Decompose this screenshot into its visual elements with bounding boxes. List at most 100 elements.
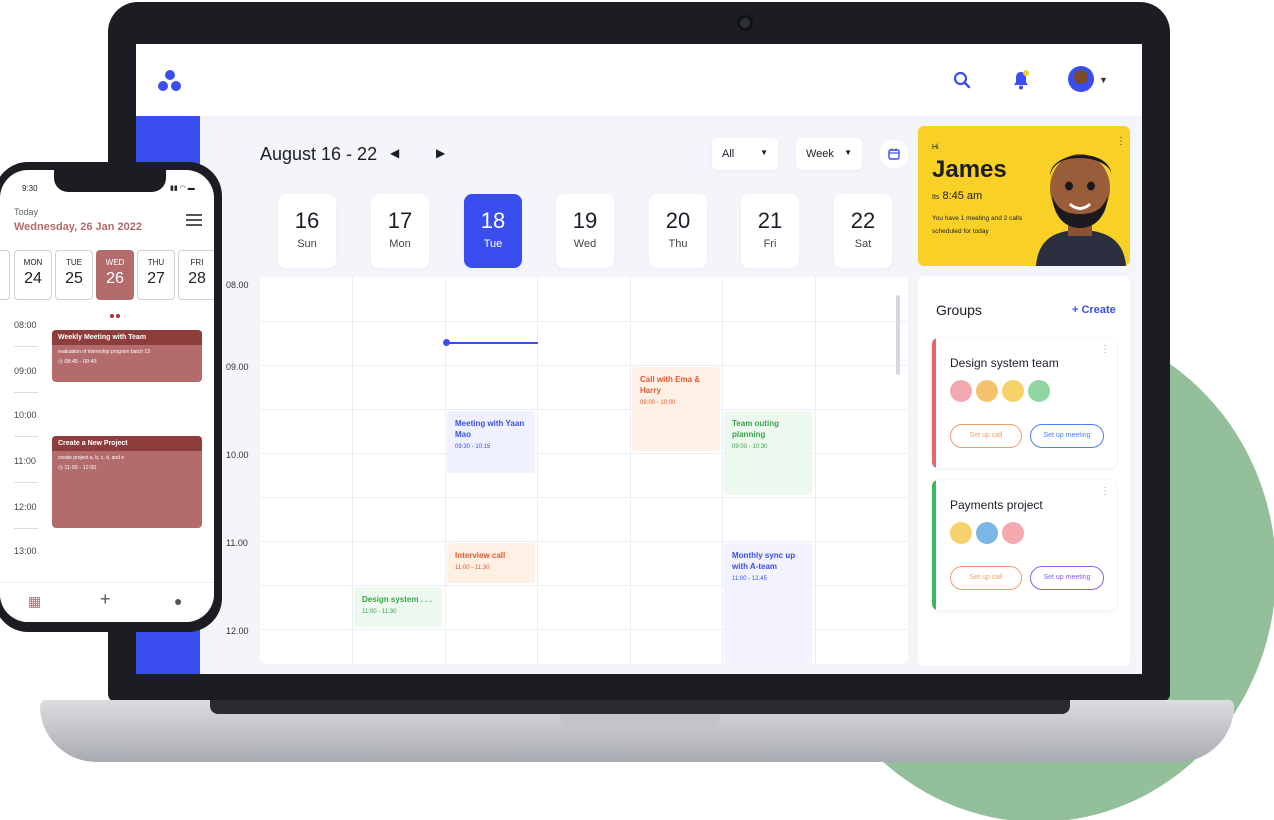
group-card[interactable]: Payments project ⋮ Set up call Set up me… (932, 480, 1116, 610)
member-avatar (1002, 522, 1024, 544)
day-card-mon[interactable]: 17 Mon (371, 194, 429, 268)
day-number: 17 (387, 208, 413, 233)
phone-day[interactable]: TUE 25 (55, 250, 93, 300)
day-card-fri[interactable]: 21 Fri (741, 194, 799, 268)
day-name: Tue (483, 238, 503, 250)
phone-event-card[interactable]: Weekly Meeting with Team evaluation of i… (52, 330, 202, 382)
more-icon[interactable]: ⋮ (1100, 344, 1110, 355)
event-card[interactable]: Team outing planning 09:00 - 10:30 (724, 411, 812, 495)
greeting-hi: Hi (932, 144, 939, 151)
phone-day-name: FRI (190, 258, 204, 267)
group-card[interactable]: Design system team ⋮ Set up call Set up … (932, 338, 1116, 468)
phone-event-time: ◷ 11:00 - 12:00 (58, 465, 97, 471)
member-avatar (976, 522, 998, 544)
set-up-meeting-button[interactable]: Set up meeting (1030, 566, 1104, 590)
filter-select[interactable]: All ▼ (712, 138, 778, 170)
event-card[interactable]: Call with Ema & Harry 09:00 - 10:00 (632, 367, 720, 451)
phone-screen: 9:30 ▮▮ ◠ ▬ Today Wednesday, 26 Jan 2022… (0, 170, 214, 622)
calendar-icon[interactable]: ▦ (28, 593, 41, 610)
add-icon[interactable]: + (100, 589, 111, 610)
app-logo-icon[interactable] (158, 70, 182, 92)
character-illustration (1036, 154, 1126, 266)
event-card[interactable]: Meeting with Yaan Mao 09:30 - 10:15 (447, 411, 535, 473)
phone-day-name: WED (105, 258, 125, 267)
day-number: 16 (294, 208, 320, 233)
more-icon[interactable]: ⋮ (1100, 486, 1110, 497)
set-up-call-button[interactable]: Set up call (950, 566, 1022, 590)
event-card[interactable]: Interview call 11:00 - 11:30 (447, 543, 535, 583)
day-number: 22 (850, 208, 876, 233)
event-title: Design system . . . (362, 595, 432, 604)
event-title: Team outing planning (732, 419, 779, 439)
current-time-dot (443, 339, 450, 346)
time-label: 11.00 (226, 538, 248, 548)
phone-event-desc: evaluation of internship program batch 1… (58, 349, 151, 355)
groups-panel: Groups + Create Design system team ⋮ Set… (918, 276, 1130, 666)
phone-notch (54, 170, 166, 192)
calendar-icon (888, 148, 900, 160)
phone-day-active[interactable]: WED 26 (96, 250, 134, 300)
day-name: Sat (854, 238, 872, 250)
profile-icon[interactable]: ● (174, 593, 182, 609)
event-card[interactable]: Design system . . . 11:00 - 11:30 (354, 587, 442, 627)
day-card-sun[interactable]: 16 Sun (278, 194, 336, 268)
phone-event-desc: create project a, b, c, d, and e (58, 455, 125, 461)
search-icon[interactable] (950, 68, 974, 92)
greeting-clock: 8:45 am (942, 190, 983, 202)
next-week-icon[interactable]: ▶ (436, 146, 445, 160)
menu-icon[interactable] (186, 214, 202, 229)
phone-day-num: 28 (188, 270, 206, 287)
set-up-call-button[interactable]: Set up call (950, 424, 1022, 448)
greeting-its: Its (932, 194, 940, 201)
bell-icon[interactable] (1009, 68, 1033, 92)
day-name: Fri (763, 238, 777, 250)
phone-event-time-text: 11:00 - 12:00 (64, 465, 97, 471)
phone-day-name: TUE (66, 258, 82, 267)
member-avatar (1002, 380, 1024, 402)
phone-event-card[interactable]: Create a New Project create project a, b… (52, 436, 202, 528)
phone-day-prev[interactable] (0, 250, 10, 300)
day-card-thu[interactable]: 20 Thu (649, 194, 707, 268)
event-time: 11:00 - 11:30 (362, 609, 397, 615)
day-card-tue[interactable]: 18 Tue (464, 194, 522, 268)
day-name: Thu (668, 238, 688, 250)
set-up-meeting-button[interactable]: Set up meeting (1030, 424, 1104, 448)
day-card-wed[interactable]: 19 Wed (556, 194, 614, 268)
event-card[interactable]: Monthly sync up with A-team 11:00 - 12.4… (724, 543, 812, 664)
event-time: 09:30 - 10:15 (455, 444, 491, 450)
day-number: 19 (572, 208, 598, 233)
phone-event-title: Create a New Project (52, 436, 202, 451)
time-label: 12.00 (226, 626, 249, 636)
chevron-down-icon[interactable]: ▼ (1099, 75, 1108, 85)
day-number: 20 (665, 208, 691, 233)
signal-wifi-battery-icon: ▮▮ ◠ ▬ (170, 185, 195, 192)
phone-day-num: 25 (65, 270, 83, 287)
time-label: 09.00 (226, 362, 249, 372)
group-name: Payments project (950, 498, 1043, 512)
day-card-sat[interactable]: 22 Sat (834, 194, 892, 268)
webcam (737, 15, 753, 31)
phone-day[interactable]: FRI 28 (178, 250, 214, 300)
phone-day-name: THU (147, 258, 165, 267)
today-label: Today (14, 207, 39, 217)
phone-bottom-nav: ▦ + ● (0, 582, 214, 622)
view-select[interactable]: Week ▼ (796, 138, 862, 170)
view-select-value: Week (806, 148, 834, 160)
user-avatar[interactable] (1068, 66, 1094, 92)
week-grid: Meeting with Yaan Mao 09:30 - 10:15 Call… (260, 277, 908, 664)
create-group-button[interactable]: + Create (1072, 304, 1116, 316)
calendar-button[interactable] (880, 140, 908, 168)
phone-day[interactable]: MON 24 (14, 250, 52, 300)
event-time: 11:00 - 12.45 (732, 576, 767, 582)
phone-time-label: 12:00 (14, 502, 37, 512)
event-title: Interview call (455, 551, 506, 560)
phone-day[interactable]: THU 27 (137, 250, 175, 300)
phone-day-num: 24 (24, 270, 42, 287)
top-bar: ▼ (136, 44, 1142, 116)
scrollbar[interactable] (896, 295, 900, 375)
filter-select-value: All (722, 148, 735, 160)
member-avatar (1028, 380, 1050, 402)
phone-time-label: 11:00 (14, 456, 36, 466)
prev-week-icon[interactable]: ◀ (390, 146, 399, 160)
event-time: 09:00 - 10:30 (732, 444, 768, 450)
